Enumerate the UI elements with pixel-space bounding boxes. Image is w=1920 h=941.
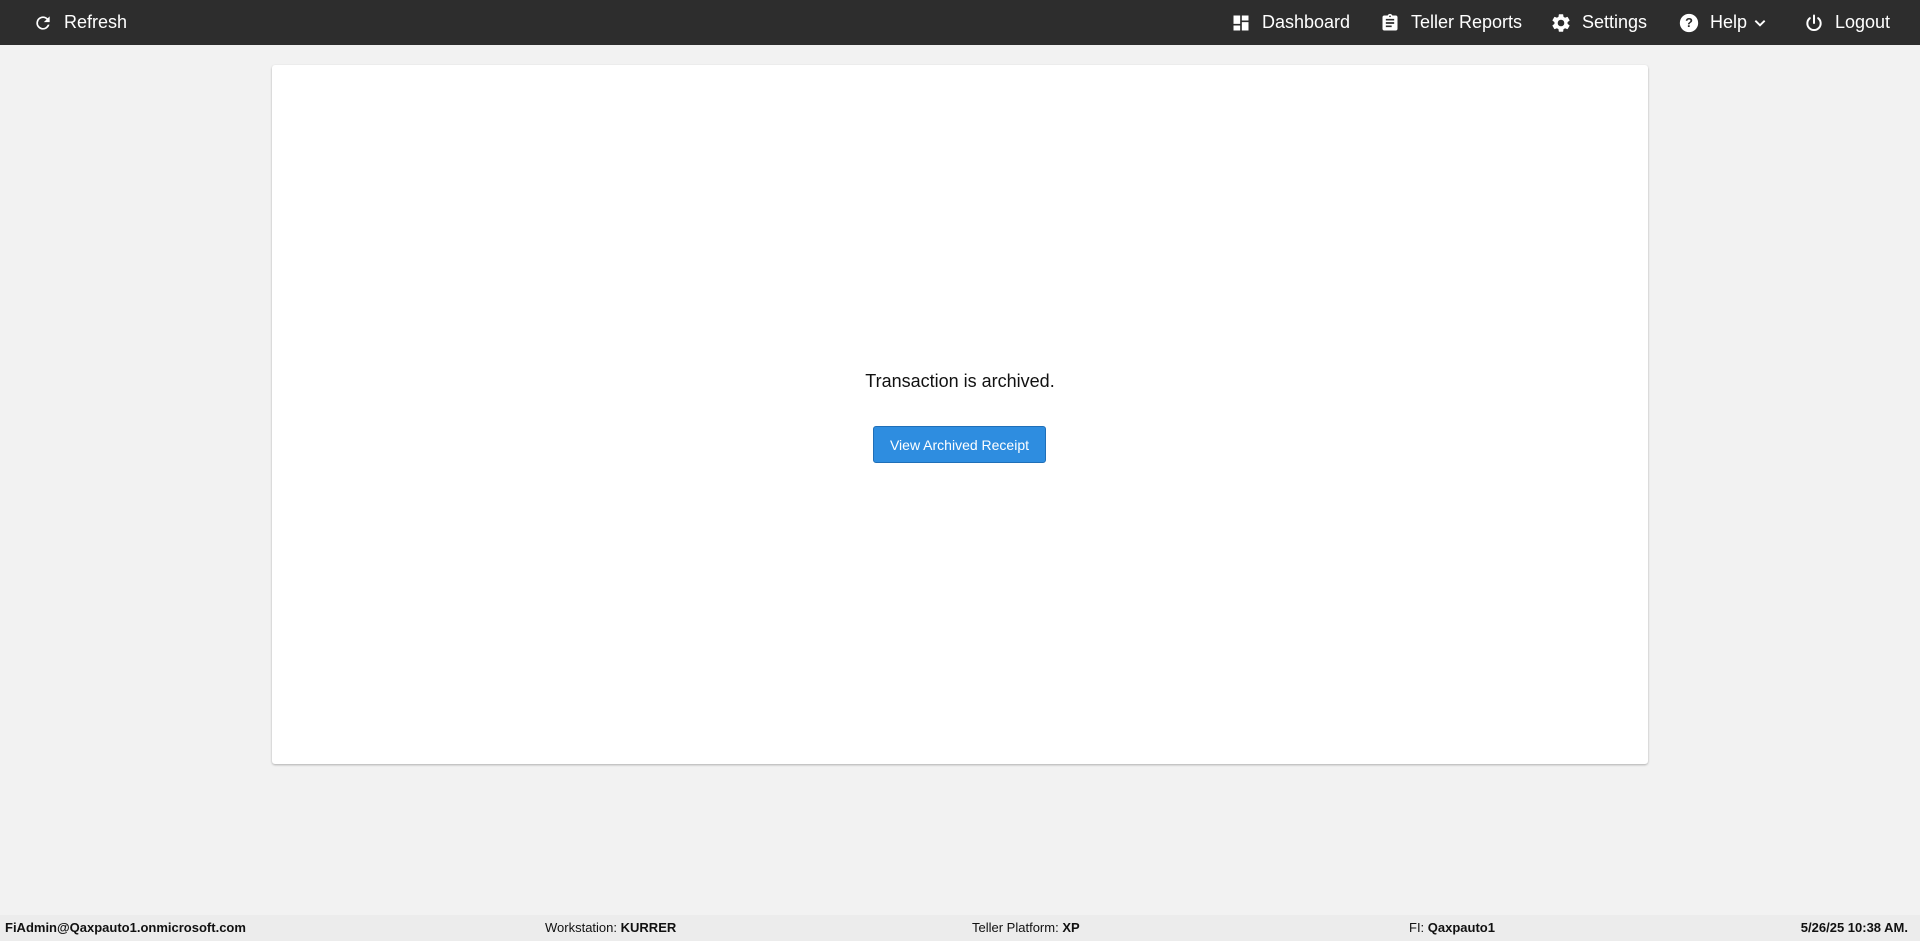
help-icon: ?: [1678, 12, 1700, 34]
dashboard-icon: [1230, 12, 1252, 34]
view-archived-receipt-button[interactable]: View Archived Receipt: [873, 426, 1046, 463]
status-user: FiAdmin@Qaxpauto1.onmicrosoft.com: [5, 920, 246, 935]
status-teller-platform: Teller Platform: XP: [972, 920, 1080, 935]
refresh-button[interactable]: Refresh: [32, 0, 127, 45]
gear-icon: [1550, 12, 1572, 34]
refresh-label: Refresh: [64, 12, 128, 32]
transaction-card: Transaction is archived. View Archived R…: [272, 65, 1648, 764]
nav-settings-label: Settings: [1582, 12, 1648, 32]
nav-help-label: Help: [1710, 12, 1748, 32]
archived-message: Transaction is archived.: [865, 371, 1055, 391]
chevron-down-icon: [1753, 16, 1767, 30]
refresh-icon: [32, 12, 54, 34]
nav-help[interactable]: ? Help: [1678, 0, 1767, 45]
logout-button[interactable]: Logout: [1803, 0, 1890, 45]
nav-dashboard-label: Dashboard: [1262, 12, 1351, 32]
logout-label: Logout: [1835, 12, 1891, 32]
status-datetime: 5/26/25 10:38 AM.: [1800, 920, 1908, 935]
svg-text:?: ?: [1685, 15, 1693, 30]
top-navigation-bar: Refresh Dashboard Teller Reports Setting…: [0, 0, 1920, 45]
nav-teller-reports[interactable]: Teller Reports: [1379, 0, 1522, 45]
status-bar: FiAdmin@Qaxpauto1.onmicrosoft.com Workst…: [0, 915, 1920, 941]
status-fi: FI: Qaxpauto1: [1409, 920, 1495, 935]
clipboard-icon: [1379, 12, 1401, 34]
status-workstation: Workstation: KURRER: [545, 920, 677, 935]
nav-dashboard[interactable]: Dashboard: [1230, 0, 1350, 45]
nav-teller-reports-label: Teller Reports: [1411, 12, 1523, 32]
nav-settings[interactable]: Settings: [1550, 0, 1647, 45]
power-icon: [1803, 12, 1825, 34]
